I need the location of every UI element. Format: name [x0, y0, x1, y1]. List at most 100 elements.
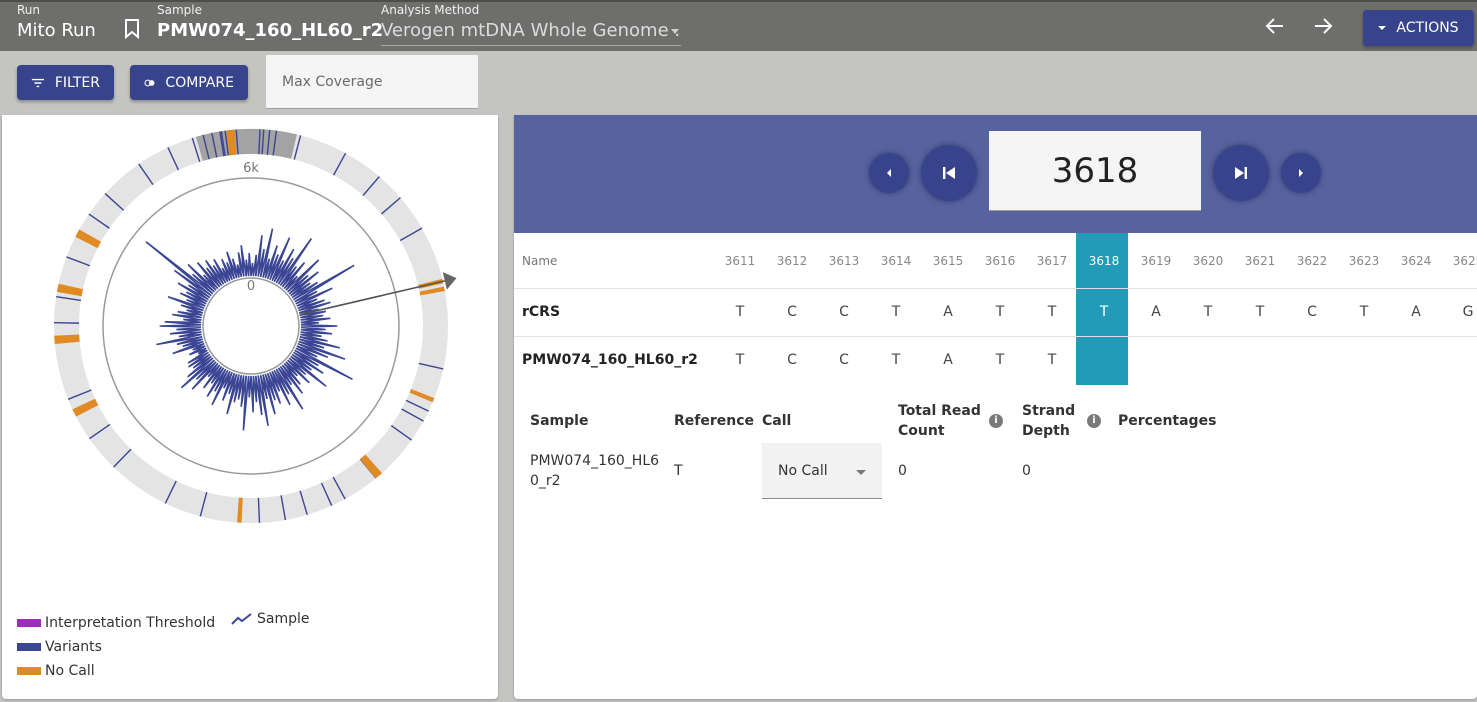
position-header-cell[interactable]: 3622	[1286, 254, 1338, 268]
position-detail-panel: 3618 Name 3611 3612 3613 3614 3615 3616 3617 36…	[514, 115, 1477, 699]
compare-icon	[144, 79, 155, 86]
sample-value: PMW074_160_HL60_r2	[157, 20, 384, 41]
base-cell: T	[995, 352, 1005, 368]
base-cell: T	[1359, 304, 1369, 320]
position-header-cell[interactable]: 3614	[870, 254, 922, 268]
base-cell: T	[1203, 304, 1213, 320]
position-header-cell[interactable]: 3613	[818, 254, 870, 268]
chevron-down-icon	[856, 470, 866, 475]
sample-label: Sample	[157, 3, 202, 17]
max-coverage-input[interactable]: Max Coverage	[266, 55, 478, 109]
sequence-row: PMW074_160_HL60_r2 T C C T A T T	[514, 337, 1477, 385]
legend-no-call[interactable]: No Call	[17, 663, 95, 679]
total-read-count-header: Total Read Count	[898, 401, 981, 441]
position-header-cell[interactable]: 3616	[974, 254, 1026, 268]
base-cell: T	[1099, 304, 1109, 320]
base-cell: T	[1047, 352, 1057, 368]
skip-previous-button[interactable]	[921, 145, 977, 201]
info-icon[interactable]: i	[1087, 414, 1101, 428]
previous-position-button[interactable]	[869, 153, 909, 193]
line-chart-icon	[231, 613, 252, 625]
base-cell: T	[1255, 304, 1265, 320]
sequence-row: rCRS T C C T A T T T A T T C T A G	[514, 289, 1477, 337]
legend-sample[interactable]: Sample	[231, 611, 310, 627]
base-cell: A	[1151, 304, 1161, 320]
axis-max-label: 6k	[243, 161, 259, 176]
name-column-header: Name	[522, 254, 558, 268]
filter-label: FILTER	[54, 74, 100, 91]
run-label: Run	[17, 3, 41, 17]
filter-button[interactable]: FILTER	[17, 65, 114, 100]
actions-button[interactable]: ACTIONS	[1363, 10, 1474, 46]
base-cell: T	[891, 304, 901, 320]
run-field: Run Mito Run	[17, 3, 96, 45]
compare-label: COMPARE	[165, 74, 234, 91]
coverage-panel: 6k 0 Interpretation Threshold Sample Vari…	[2, 115, 498, 699]
position-header-cell[interactable]: 3620	[1182, 254, 1234, 268]
strand-depth-header-line2: Depth	[1022, 423, 1070, 439]
bookmark-icon[interactable]	[124, 19, 140, 40]
detail-sample-value: PMW074_160_HL6 0_r2	[530, 451, 659, 491]
position-header-cell[interactable]: 3617	[1026, 254, 1078, 268]
forward-button[interactable]	[1311, 14, 1335, 38]
call-column-header: Call	[762, 413, 792, 429]
sample-field: Sample PMW074_160_HL60_r2	[157, 3, 383, 45]
position-header-cell[interactable]: 3621	[1234, 254, 1286, 268]
skip-next-icon	[1235, 167, 1247, 179]
position-header-cell[interactable]: 3619	[1130, 254, 1182, 268]
position-header-cell[interactable]: 3625	[1442, 254, 1477, 268]
sequence-row-name: rCRS	[522, 304, 561, 320]
back-button[interactable]	[1263, 14, 1287, 38]
position-header-cell[interactable]: 3618	[1078, 254, 1130, 268]
base-cell: C	[787, 304, 797, 320]
sample-coverage-line	[145, 228, 355, 431]
legend-variants[interactable]: Variants	[17, 639, 102, 655]
info-icon[interactable]: i	[989, 414, 1003, 428]
ring-shaded-region	[195, 129, 297, 161]
max-coverage-placeholder: Max Coverage	[282, 74, 383, 90]
no-call-swatch	[17, 667, 41, 675]
base-cell: T	[735, 352, 745, 368]
position-header-cell[interactable]: 3611	[714, 254, 766, 268]
legend-interpretation-threshold[interactable]: Interpretation Threshold	[17, 615, 215, 631]
position-input[interactable]: 3618	[989, 131, 1201, 211]
base-cell: C	[839, 304, 849, 320]
axis-min-label: 0	[247, 279, 255, 294]
caret-right-icon	[1299, 169, 1303, 177]
app-header: Run Mito Run Sample PMW074_160_HL60_r2 A…	[0, 0, 1477, 51]
analysis-method-label: Analysis Method	[381, 3, 480, 17]
analysis-method-value[interactable]: Verogen mtDNA Whole Genome ...	[381, 17, 681, 46]
position-header-cell[interactable]: 3615	[922, 254, 974, 268]
base-cell: A	[943, 304, 953, 320]
base-cell: T	[995, 304, 1005, 320]
variants-swatch	[17, 643, 41, 651]
base-cell: T	[891, 352, 901, 368]
strand-depth-header-line1: Strand	[1022, 403, 1076, 419]
position-header-cell[interactable]: 3623	[1338, 254, 1390, 268]
legend-label: Sample	[257, 611, 310, 627]
position-header-cell[interactable]: 3612	[766, 254, 818, 268]
skip-previous-icon	[943, 167, 955, 179]
detail-strand-depth-value: 0	[1022, 463, 1031, 479]
analysis-method-select[interactable]: Analysis Method Verogen mtDNA Whole Geno…	[381, 3, 681, 46]
arrow-left-icon	[1265, 18, 1283, 34]
threshold-swatch	[17, 619, 41, 627]
base-cell: A	[943, 352, 953, 368]
radial-coverage-chart[interactable]: 6k 0	[2, 115, 498, 605]
analysis-method-text: Verogen mtDNA Whole Genome ...	[381, 20, 681, 41]
base-cell: C	[839, 352, 849, 368]
compare-button[interactable]: COMPARE	[130, 65, 248, 100]
reference-column-header: Reference	[674, 413, 755, 429]
position-header-cell[interactable]: 3624	[1390, 254, 1442, 268]
sample-column-header: Sample	[530, 413, 589, 429]
base-cell: T	[735, 304, 745, 320]
actions-label: ACTIONS	[1396, 20, 1459, 36]
call-select[interactable]: No Call	[762, 443, 882, 499]
sequence-header-row: Name 3611 3612 3613 3614 3615 3616 3617 3618 361…	[514, 233, 1477, 289]
percentages-column-header: Percentages	[1118, 413, 1217, 429]
position-value: 3618	[1051, 150, 1139, 191]
sample-value-line1: PMW074_160_HL6	[530, 453, 660, 469]
next-position-button[interactable]	[1281, 153, 1321, 193]
base-cell: G	[1462, 304, 1474, 320]
skip-next-button[interactable]	[1213, 145, 1269, 201]
